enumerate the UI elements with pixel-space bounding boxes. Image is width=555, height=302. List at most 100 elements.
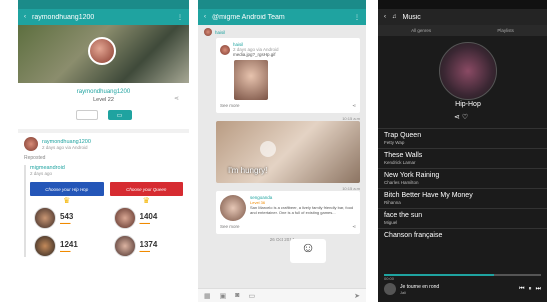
status-bar — [198, 0, 366, 9]
vote-bar: ▬▬▬ — [139, 248, 151, 253]
entry-avatar — [113, 207, 136, 229]
shared-photo[interactable] — [234, 60, 268, 100]
see-more-link[interactable]: See more — [220, 224, 240, 230]
see-more-link[interactable]: See more — [220, 103, 240, 109]
photo-message[interactable]: I'm hungry! — [216, 121, 360, 183]
play-icon[interactable] — [260, 141, 276, 157]
list-item[interactable]: Chanson française — [378, 228, 547, 248]
song-title: face the sun — [384, 212, 423, 219]
list-item[interactable]: These Walls Kendrick Lamar — [378, 148, 547, 168]
vote-count: 1404 — [139, 211, 158, 221]
sender-avatar[interactable] — [204, 28, 212, 36]
page-title: Music — [402, 13, 421, 21]
camera-icon[interactable]: ◙ — [235, 292, 239, 299]
post-card: raymondhuang1200 2 days ago via Android … — [18, 133, 189, 302]
media-link[interactable]: media.jpg?_rgsHp.gif — [233, 52, 279, 57]
tab-playlists[interactable]: Playlists — [497, 28, 514, 33]
vote-entry[interactable]: 543 ▬▬▬ — [30, 207, 104, 229]
vote-count: 1374 — [139, 239, 158, 249]
album-art — [384, 283, 396, 295]
inner-time: 2 days ago — [30, 171, 53, 176]
photo-caption: I'm hungry! — [228, 166, 268, 175]
toolbar: ‹ @migme Android Team ⋮ — [198, 9, 366, 25]
sticker-image[interactable]: ☺ — [290, 239, 326, 263]
previous-icon[interactable]: ⏮ — [519, 286, 524, 293]
sender-avatar[interactable] — [220, 195, 246, 221]
vote-entry[interactable]: 1404 ▬▬▬ — [110, 207, 184, 229]
list-item[interactable]: Trap Queen Fetty Wap — [378, 128, 547, 148]
toolbar: ‹ raymondhuang1200 ⋮ — [18, 9, 189, 25]
overflow-menu-icon[interactable]: ⋮ — [354, 14, 360, 21]
share-icon[interactable]: ⋖ — [454, 114, 460, 121]
toolbar: ‹ ♫ Music — [378, 9, 547, 25]
gallery-icon[interactable]: ▭ — [248, 292, 255, 300]
share-icon[interactable]: ⋖ — [174, 95, 179, 102]
list-item[interactable]: face the sun Miguel — [378, 208, 547, 228]
date-separator: 26 Oct 2014 — [269, 237, 295, 242]
status-bar — [18, 0, 189, 9]
chat-button[interactable]: ▭ — [107, 110, 132, 120]
vote-count: 543 — [60, 211, 74, 221]
send-icon[interactable]: ➤ — [354, 292, 360, 300]
song-artist: Miguel — [384, 220, 398, 225]
now-playing-artist: Jali — [400, 289, 407, 295]
banner-right: Choose your Queen — [109, 182, 183, 196]
entry-avatar — [34, 235, 56, 257]
song-artist: Charles Hamilton — [384, 180, 419, 185]
elapsed-time: 00:00 — [384, 276, 395, 281]
vote-bar: ▬▬▬ — [60, 220, 71, 225]
reposted-label: Reposted — [24, 155, 46, 161]
vote-count: 1241 — [60, 239, 78, 249]
pause-icon[interactable]: ⏸ — [529, 286, 532, 293]
back-icon[interactable]: ‹ — [384, 14, 386, 20]
post-author[interactable]: raymondhuang1200 — [42, 139, 91, 145]
banner-left: Choose your Hip Hop — [30, 182, 104, 196]
music-screen: ‹ ♫ Music All genres Playlists Hip-Hop ⋖… — [378, 0, 547, 302]
share-icon[interactable]: ⋖ — [352, 224, 356, 230]
message-list: haisil haisil 2 days ago via Android med… — [198, 25, 366, 281]
tab-all-genres[interactable]: All genres — [411, 28, 431, 33]
crown-icon: ♛ — [142, 196, 150, 205]
back-icon[interactable]: ‹ — [24, 14, 26, 20]
song-artist: Fetty Wap — [384, 140, 405, 145]
entry-avatar — [113, 235, 136, 257]
next-icon[interactable]: ⏭ — [536, 286, 541, 293]
list-item[interactable]: New York Raining Charles Hamilton — [378, 168, 547, 188]
follow-button[interactable] — [75, 110, 98, 120]
song-artist: Rihanna — [384, 200, 401, 205]
song-list: Trap Queen Fetty Wap These Walls Kendrick … — [378, 128, 547, 248]
music-note-icon: ♫ — [392, 14, 397, 20]
player-bar: 00:00 Je tourne en rond Jali ⏮ ⏸ ⏭ — [378, 268, 547, 302]
status-bar — [378, 0, 547, 9]
grid-icon[interactable]: ▦ — [204, 292, 211, 300]
song-title: Bitch Better Have My Money — [384, 192, 473, 199]
sticker-icon[interactable]: ▣ — [220, 292, 227, 300]
profile-card: raymondhuang1200 Level 22 ▭ ⋖ — [18, 83, 189, 129]
profile-screen: ‹ raymondhuang1200 ⋮ raymondhuang1200 Le… — [18, 0, 189, 302]
vote-bar: ▬▬▬ — [60, 248, 71, 253]
vote-entry[interactable]: 1374 ▬▬▬ — [110, 235, 184, 257]
profile-name: raymondhuang1200 — [76, 89, 131, 95]
song-title: Trap Queen — [384, 132, 422, 139]
chat-title: @migme Android Team — [212, 13, 285, 21]
message-card[interactable]: sengoanda Level 36 San Marcelo is a craf… — [216, 191, 360, 234]
genre-name: Hip-Hop — [455, 101, 481, 108]
sender-name: haisil — [215, 29, 226, 35]
message-card[interactable]: haisil 2 days ago via Android media.jpg?… — [216, 38, 360, 113]
avatar[interactable] — [88, 37, 116, 65]
genre-disc[interactable] — [439, 42, 497, 100]
song-title: New York Raining — [384, 172, 440, 179]
crown-icon: ♛ — [63, 196, 71, 205]
post-avatar[interactable] — [24, 137, 38, 151]
cover-photo — [18, 25, 189, 83]
entry-avatar — [34, 207, 56, 229]
list-item[interactable]: Bitch Better Have My Money Rihanna — [378, 188, 547, 208]
back-icon[interactable]: ‹ — [204, 14, 206, 20]
heart-icon[interactable]: ♡ — [462, 114, 468, 121]
sender-avatar — [220, 44, 230, 55]
song-title: Chanson française — [384, 232, 443, 239]
vote-entry[interactable]: 1241 ▬▬▬ — [30, 235, 104, 257]
overflow-menu-icon[interactable]: ⋮ — [177, 14, 183, 21]
song-artist: Kendrick Lamar — [384, 160, 416, 165]
share-icon[interactable]: ⋖ — [352, 103, 356, 109]
